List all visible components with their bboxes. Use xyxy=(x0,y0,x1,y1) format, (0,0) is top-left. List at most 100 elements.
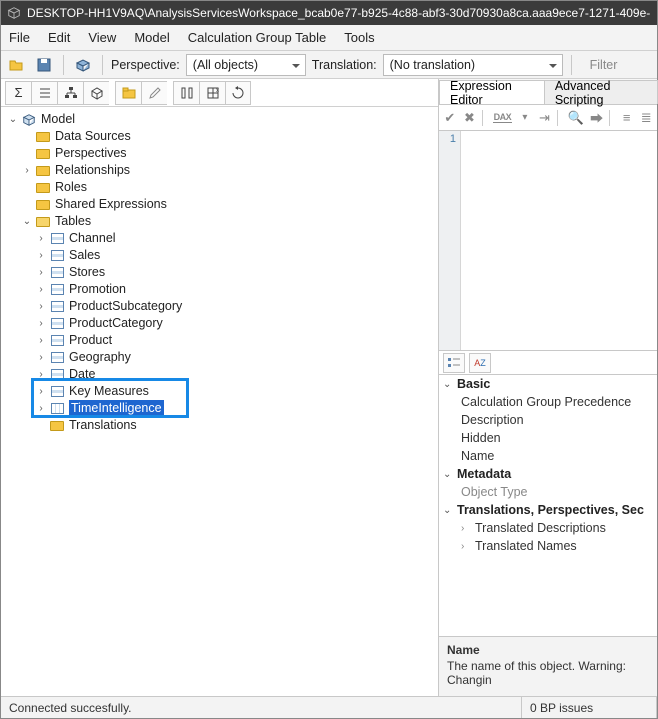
prop-hidden[interactable]: Hidden xyxy=(461,431,501,445)
perspective-value: (All objects) xyxy=(193,58,258,72)
folder-icon xyxy=(35,181,51,195)
uncomment-icon[interactable]: ≣ xyxy=(639,110,653,126)
menu-bar: File Edit View Model Calculation Group T… xyxy=(1,25,657,51)
table-icon xyxy=(49,385,65,399)
prop-translated-names[interactable]: Translated Names xyxy=(475,539,577,553)
expander-icon[interactable]: › xyxy=(35,349,47,366)
expander-icon[interactable]: › xyxy=(35,366,47,383)
columns-icon[interactable] xyxy=(173,81,199,105)
prop-cat-metadata[interactable]: Metadata xyxy=(457,467,511,481)
right-panel: Expression Editor Advanced Scripting ✔ ✖… xyxy=(439,79,657,696)
prop-translated-descriptions[interactable]: Translated Descriptions xyxy=(475,521,606,535)
app-icon xyxy=(7,6,21,20)
dax-format-icon[interactable]: DAX xyxy=(493,112,513,123)
table-icon xyxy=(49,317,65,331)
menu-calculation-group-table[interactable]: Calculation Group Table xyxy=(188,30,327,45)
translation-label: Translation: xyxy=(312,58,377,72)
menu-model[interactable]: Model xyxy=(134,30,169,45)
folder-icon xyxy=(35,198,51,212)
properties-toolbar: AZ xyxy=(439,351,657,375)
left-panel: Σ xyxy=(1,79,439,696)
tree-root[interactable]: Model xyxy=(41,111,75,128)
tab-expression-editor[interactable]: Expression Editor xyxy=(439,80,545,104)
menu-edit[interactable]: Edit xyxy=(48,30,70,45)
tree-table[interactable]: Promotion xyxy=(69,281,126,298)
tab-advanced-scripting[interactable]: Advanced Scripting xyxy=(544,80,658,104)
tree-table[interactable]: Geography xyxy=(69,349,131,366)
tree-table[interactable]: Product xyxy=(69,332,112,349)
edit-icon[interactable] xyxy=(141,81,167,105)
alphabetical-icon[interactable]: AZ xyxy=(469,353,491,373)
expander-icon[interactable]: ⌄ xyxy=(7,111,19,128)
indent-icon[interactable]: ⇥ xyxy=(538,110,552,126)
comment-icon[interactable]: ≡ xyxy=(620,110,634,125)
tree-item-relationships[interactable]: Relationships xyxy=(55,162,130,179)
properties-grid[interactable]: ⌄Basic Calculation Group Precedence Desc… xyxy=(439,375,657,636)
hierarchy-icon[interactable] xyxy=(57,81,83,105)
prop-description[interactable]: Description xyxy=(461,413,524,427)
expander-icon[interactable]: › xyxy=(35,264,47,281)
tree-table[interactable]: Date xyxy=(69,366,95,383)
status-bar: Connected succesfully. 0 BP issues xyxy=(1,696,657,718)
model-tree[interactable]: ⌄ Model Data Sources Perspectives › Relat… xyxy=(1,107,438,438)
tree-item-translations[interactable]: Translations xyxy=(69,417,137,434)
expander-icon[interactable]: › xyxy=(35,247,47,264)
tree-table[interactable]: Stores xyxy=(69,264,105,281)
right-tabs: Expression Editor Advanced Scripting xyxy=(439,79,657,105)
prop-cat-translations[interactable]: Translations, Perspectives, Sec xyxy=(457,503,644,517)
expander-icon[interactable]: › xyxy=(35,383,47,400)
accept-icon[interactable]: ✔ xyxy=(443,110,457,126)
tree-table[interactable]: ProductCategory xyxy=(69,315,163,332)
editor-code[interactable] xyxy=(461,131,657,350)
tree-item-perspectives[interactable]: Perspectives xyxy=(55,145,127,162)
list-icon[interactable] xyxy=(31,81,57,105)
tree-table[interactable]: Key Measures xyxy=(69,383,149,400)
table-icon xyxy=(49,266,65,280)
translation-value: (No translation) xyxy=(390,58,475,72)
prop-cat-basic[interactable]: Basic xyxy=(457,377,490,391)
menu-file[interactable]: File xyxy=(9,30,30,45)
prop-objecttype[interactable]: Object Type xyxy=(461,485,527,499)
search-icon[interactable]: 🔍 xyxy=(568,110,584,126)
tree-item-sharedexpr[interactable]: Shared Expressions xyxy=(55,196,167,213)
expander-icon[interactable]: › xyxy=(35,298,47,315)
property-description-pane: Name The name of this object. Warning: C… xyxy=(439,636,657,696)
cancel-icon[interactable]: ✖ xyxy=(463,110,477,126)
expander-icon[interactable]: ⌄ xyxy=(21,213,33,230)
save-icon[interactable] xyxy=(33,54,55,76)
filter-input[interactable]: Filter xyxy=(586,58,622,72)
prop-name[interactable]: Name xyxy=(461,449,494,463)
status-message: Connected succesfully. xyxy=(1,697,522,718)
expander-icon[interactable]: › xyxy=(35,230,47,247)
expander-icon[interactable]: › xyxy=(35,332,47,349)
tree-table[interactable]: Channel xyxy=(69,230,116,247)
folder-icon[interactable] xyxy=(115,81,141,105)
tree-item-tables[interactable]: Tables xyxy=(55,213,91,230)
sigma-icon[interactable]: Σ xyxy=(5,81,31,105)
deploy-icon[interactable] xyxy=(72,54,94,76)
expander-icon[interactable]: › xyxy=(35,400,47,417)
open-icon[interactable] xyxy=(5,54,27,76)
translation-combo[interactable]: (No translation) xyxy=(383,54,563,76)
tree-table-selected[interactable]: TimeIntelligence xyxy=(69,400,164,417)
tree-item-datasources[interactable]: Data Sources xyxy=(55,128,131,145)
menu-view[interactable]: View xyxy=(88,30,116,45)
grid-icon[interactable]: x xyxy=(199,81,225,105)
tree-table[interactable]: ProductSubcategory xyxy=(69,298,182,315)
cube-icon[interactable] xyxy=(83,81,109,105)
tree-item-roles[interactable]: Roles xyxy=(55,179,87,196)
table-icon xyxy=(49,283,65,297)
expander-icon[interactable]: › xyxy=(21,162,33,179)
perspective-combo[interactable]: (All objects) xyxy=(186,54,306,76)
expander-icon[interactable]: › xyxy=(35,315,47,332)
menu-tools[interactable]: Tools xyxy=(344,30,374,45)
tree-table[interactable]: Sales xyxy=(69,247,100,264)
refresh-icon[interactable] xyxy=(225,81,251,105)
expander-icon[interactable]: › xyxy=(35,281,47,298)
categorized-icon[interactable] xyxy=(443,353,465,373)
folder-icon xyxy=(35,215,51,229)
separator xyxy=(63,55,64,75)
goto-icon[interactable]: ⮕ xyxy=(590,108,604,127)
expression-editor[interactable]: 1 xyxy=(439,131,657,351)
prop-cgp[interactable]: Calculation Group Precedence xyxy=(461,395,631,409)
